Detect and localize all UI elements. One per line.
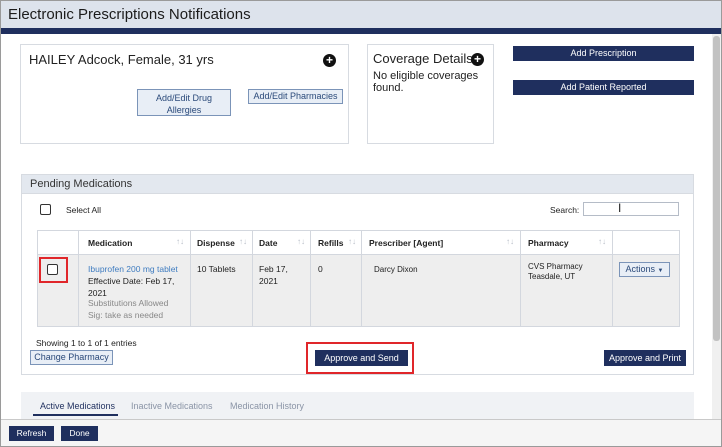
column-header-dispense[interactable]: Dispense [197, 238, 235, 248]
sig-text: Sig: take as needed [88, 310, 164, 320]
select-all-checkbox[interactable] [40, 204, 51, 215]
column-header-medication[interactable]: Medication [88, 238, 132, 248]
refresh-button[interactable]: Refresh [9, 426, 54, 441]
date-value: Feb 17, 2021 [259, 264, 288, 286]
col-divider [252, 230, 253, 327]
sort-icon[interactable]: ↑↓ [506, 237, 514, 246]
sort-icon[interactable]: ↑↓ [297, 237, 305, 246]
actions-dropdown-button[interactable]: Actions ▼ [619, 262, 670, 277]
col-divider [612, 230, 613, 327]
active-tab-underline [33, 414, 118, 416]
approve-and-print-button[interactable]: Approve and Print [604, 350, 686, 366]
sort-icon[interactable]: ↑↓ [598, 237, 606, 246]
tab-medication-history[interactable]: Medication History [230, 401, 304, 411]
search-input[interactable] [583, 202, 679, 216]
medication-link[interactable]: Ibuprofen 200 mg tablet [88, 263, 178, 275]
pending-medications-title: Pending Medications [30, 178, 133, 190]
highlight-box [39, 257, 68, 283]
medication-tabs [21, 392, 694, 419]
tab-active-medications[interactable]: Active Medications [40, 401, 115, 411]
add-edit-pharmacies-button[interactable]: Add/Edit Pharmacies [248, 89, 343, 104]
column-header-pharmacy[interactable]: Pharmacy [528, 238, 569, 248]
column-header-date[interactable]: Date [259, 238, 277, 248]
header-divider [37, 254, 680, 255]
add-patient-reported-button[interactable]: Add Patient Reported [513, 80, 694, 95]
text-cursor-icon: I [618, 201, 622, 215]
pending-medications-header: Pending Medications [21, 174, 694, 194]
sort-icon[interactable]: ↑↓ [176, 237, 184, 246]
window-title: Electronic Prescriptions Notifications [8, 6, 251, 23]
col-divider [520, 230, 521, 327]
caret-down-icon: ▼ [657, 268, 664, 274]
select-all-label: Select All [66, 205, 101, 215]
effective-date: Effective Date: Feb 17, 2021 [88, 276, 175, 298]
patient-name: HAILEY Adcock, Female, 31 yrs [29, 52, 214, 67]
sort-icon[interactable]: ↑↓ [348, 237, 356, 246]
substitutions-text: Substitutions Allowed [88, 298, 169, 308]
plus-circle-icon[interactable]: + [323, 54, 336, 67]
footer-bar: Refresh Done [1, 419, 721, 446]
sort-icon[interactable]: ↑↓ [239, 237, 247, 246]
add-edit-drug-allergies-button[interactable]: Add/Edit Drug Allergies [137, 89, 231, 116]
search-label: Search: [550, 205, 580, 215]
coverage-text: No eligible coverages found. [373, 70, 479, 94]
tab-inactive-medications[interactable]: Inactive Medications [131, 401, 213, 411]
coverage-title: Coverage Details [373, 51, 473, 66]
pharmacy-value: CVS Pharmacy Teasdale, UT [528, 262, 583, 281]
col-divider [361, 230, 362, 327]
done-button[interactable]: Done [61, 426, 98, 441]
col-divider [190, 230, 191, 327]
actions-label: Actions [625, 264, 656, 274]
highlight-box [306, 342, 414, 374]
plus-circle-icon[interactable]: + [471, 53, 484, 66]
prescriber-value: Darcy Dixon [374, 265, 418, 274]
change-pharmacy-button[interactable]: Change Pharmacy [30, 350, 113, 365]
vertical-scrollbar[interactable] [712, 34, 721, 419]
showing-entries: Showing 1 to 1 of 1 entries [36, 338, 137, 348]
dispense-value: 10 Tablets [197, 264, 236, 274]
title-rule [1, 28, 721, 34]
col-divider [78, 230, 79, 327]
scrollbar-thumb[interactable] [713, 36, 720, 341]
title-bar: Electronic Prescriptions Notifications [1, 1, 721, 28]
refills-value: 0 [318, 264, 323, 274]
column-header-refills[interactable]: Refills [318, 238, 344, 248]
column-header-prescriber[interactable]: Prescriber [Agent] [369, 238, 443, 248]
add-prescription-button[interactable]: Add Prescription [513, 46, 694, 61]
col-divider [310, 230, 311, 327]
